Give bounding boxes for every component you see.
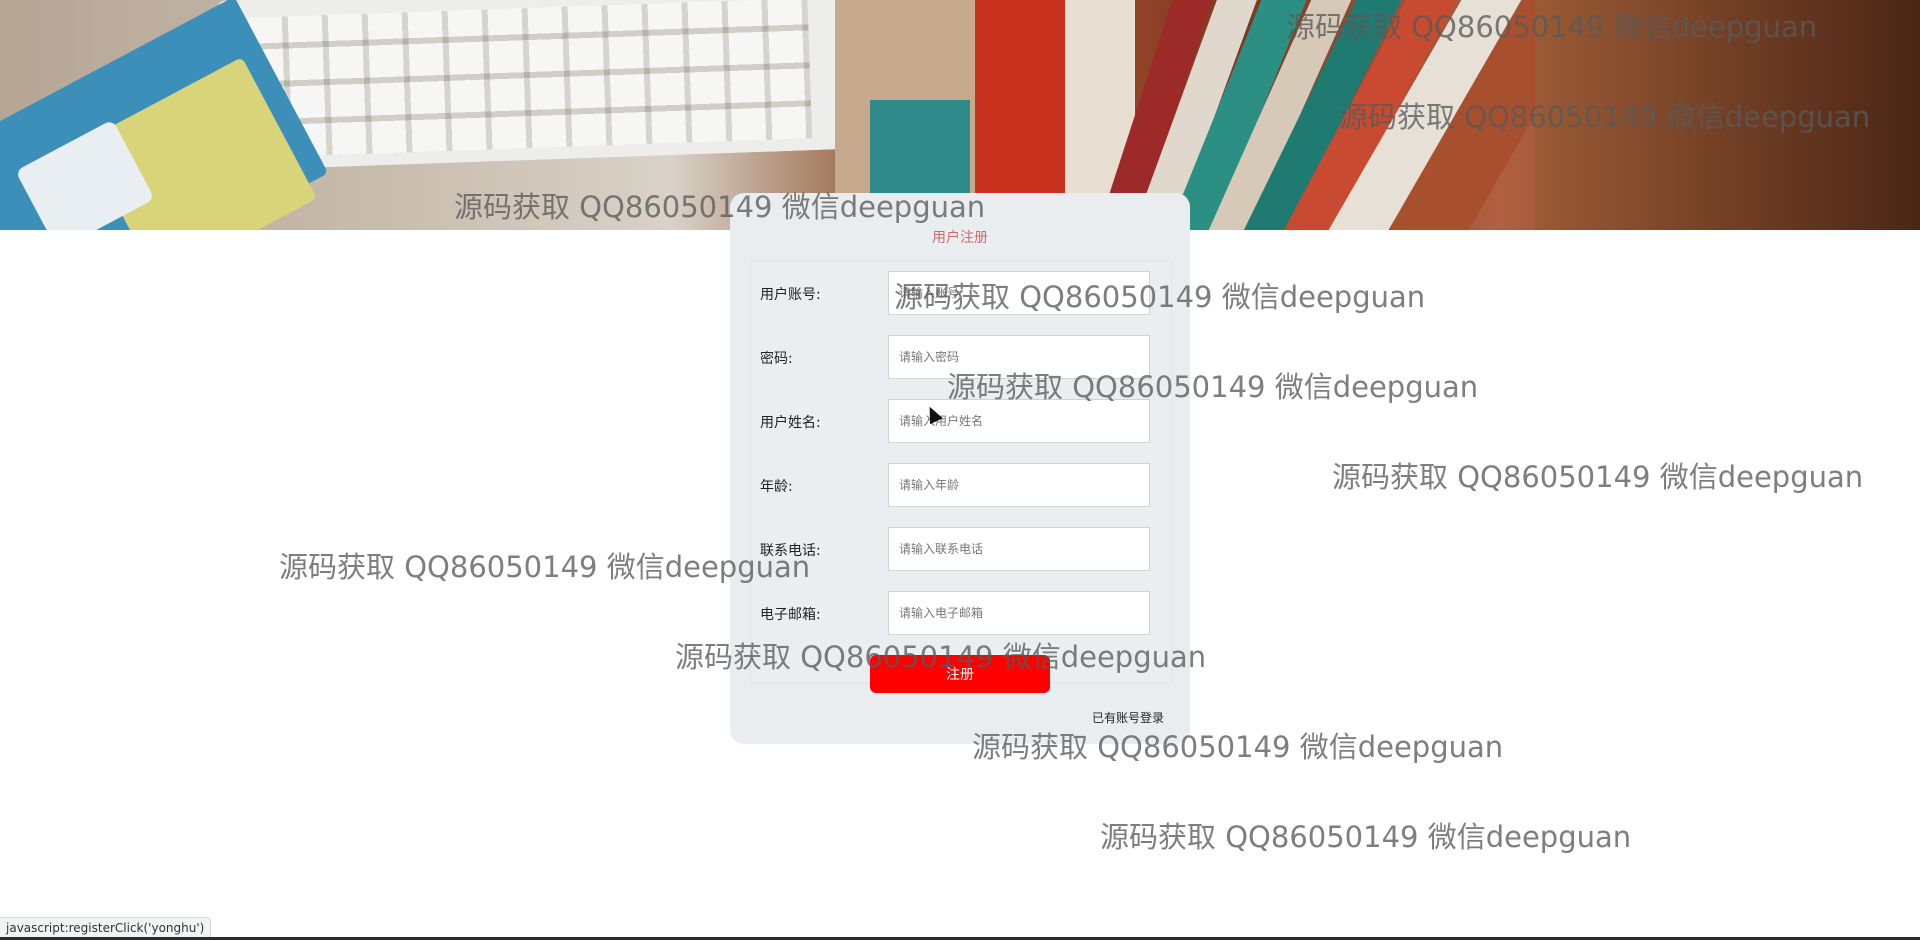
- form-title: 用户注册: [730, 227, 1190, 247]
- email-label: 电子邮箱:: [760, 607, 821, 623]
- account-input[interactable]: [888, 271, 1150, 315]
- register-form-card: 用户注册 用户账号: 密码: 用户姓名: 年龄: 联系电话: 电子邮箱: 注册 …: [730, 193, 1190, 744]
- phone-label: 联系电话:: [760, 543, 821, 559]
- watermark: 源码获取 QQ86050149 微信deepguan: [1100, 820, 1632, 854]
- name-label: 用户姓名:: [760, 415, 821, 431]
- account-label: 用户账号:: [760, 287, 821, 303]
- age-label: 年龄:: [760, 479, 793, 495]
- password-label: 密码:: [760, 351, 793, 367]
- field-row-password: 密码:: [760, 335, 1150, 379]
- field-row-age: 年龄:: [760, 463, 1150, 507]
- status-bar-url: javascript:registerClick('yonghu'): [0, 917, 212, 939]
- register-button[interactable]: 注册: [870, 655, 1050, 693]
- shelf-shape: [1535, 0, 1920, 230]
- field-row-email: 电子邮箱:: [760, 591, 1150, 635]
- field-row-phone: 联系电话:: [760, 527, 1150, 571]
- keyboard-keys-shape: [247, 0, 813, 158]
- password-input[interactable]: [888, 335, 1150, 379]
- name-input[interactable]: [888, 399, 1150, 443]
- field-row-account: 用户账号:: [760, 271, 1150, 315]
- age-input[interactable]: [888, 463, 1150, 507]
- email-input[interactable]: [888, 591, 1150, 635]
- field-row-name: 用户姓名:: [760, 399, 1150, 443]
- register-page: 用户注册 用户账号: 密码: 用户姓名: 年龄: 联系电话: 电子邮箱: 注册 …: [0, 0, 1920, 940]
- phone-input[interactable]: [888, 527, 1150, 571]
- watermark: 源码获取 QQ86050149 微信deepguan: [1332, 460, 1864, 494]
- login-link[interactable]: 已有账号登录: [1092, 709, 1164, 726]
